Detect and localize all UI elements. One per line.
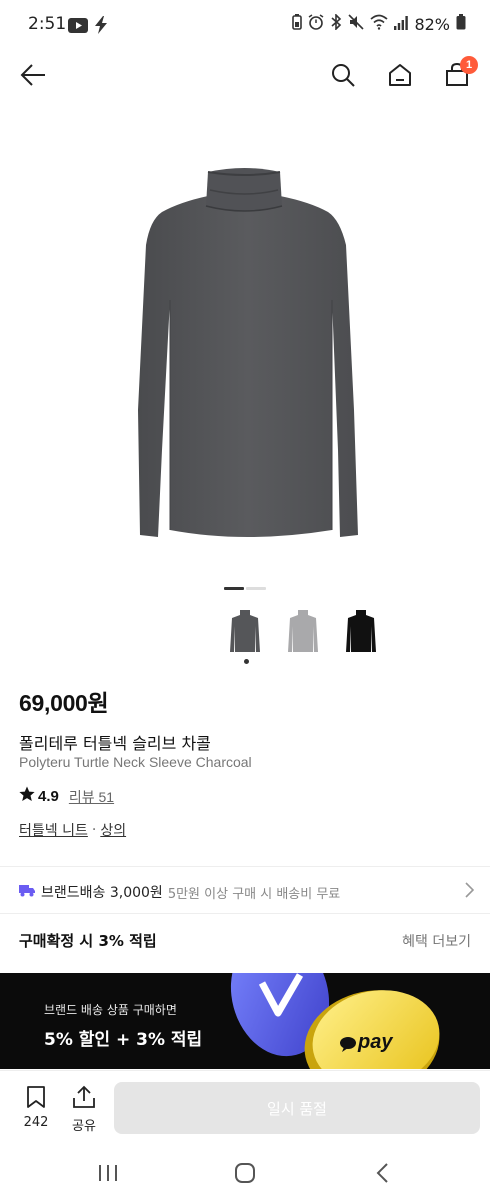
benefit-text: 구매확정 시 3% 적립 [19,932,157,950]
like-count: 242 [23,1115,49,1130]
truck-icon [19,884,35,901]
promo-banner[interactable]: 브랜드 배송 상품 구매하면 5% 할인 + 3% 적립 pay [0,973,490,1069]
divider [0,913,490,914]
benefit-row: 구매확정 시 3% 적립 혜택 더보기 [19,928,471,952]
selected-color-dot [244,659,249,664]
sold-out-button[interactable]: 일시 품절 [114,1082,480,1134]
search-button[interactable] [326,60,360,94]
product-image[interactable] [100,150,390,550]
status-bar: 2:51 82% [0,0,490,52]
system-nav-bar [0,1150,490,1200]
color-options [228,606,378,656]
product-price: 69,000원 [19,690,109,716]
color-swatch-gray[interactable] [286,606,320,656]
battery-percent: 82% [414,14,450,34]
recents-button[interactable] [95,1162,121,1188]
youtube-icon [68,17,88,37]
bottom-action-bar: 242 공유 일시 품절 [0,1070,490,1150]
recents-icon [97,1163,119,1187]
product-name-english: Polyteru Turtle Neck Sleeve Charcoal [19,754,252,770]
bolt-icon [94,16,108,38]
search-icon [331,63,355,91]
arrow-left-icon [20,64,46,90]
benefit-more-link[interactable]: 혜택 더보기 [402,931,471,951]
coin-pay-label: pay [358,1031,393,1053]
shipping-note: 5만원 이상 구매 시 배송비 무료 [167,886,341,902]
bluetooth-icon [330,13,342,34]
alarm-icon [308,14,324,34]
share-icon [72,1085,96,1113]
category-row: 터틀넥 니트 · 상의 [19,820,126,840]
color-swatch-black[interactable] [344,606,378,656]
category-separator: · [91,822,97,838]
shipping-label: 브랜드배송 3,000원 [41,885,163,901]
signal-icon [394,15,409,34]
product-name-korean: 폴리테루 터틀넥 슬리브 차콜 [19,734,211,753]
like-button[interactable]: 242 [18,1085,54,1137]
home-button[interactable] [383,60,417,94]
back-button[interactable] [16,60,50,94]
mute-icon [348,14,365,34]
bookmark-icon [26,1086,46,1113]
carousel-indicator-active [224,587,244,590]
top-nav: 1 [0,52,490,102]
cart-button[interactable]: 1 [440,56,478,94]
share-button[interactable]: 공유 [66,1085,102,1137]
divider [0,866,490,867]
battery-saver-icon [292,14,303,34]
review-link[interactable]: 리뷰 51 [69,787,114,807]
chevron-right-icon [464,882,475,902]
status-time: 2:51 [28,14,67,34]
battery-icon [456,14,466,34]
category-link-tops[interactable]: 상의 [100,820,126,840]
cart-count-badge: 1 [460,56,478,74]
rating-row: 4.9 리뷰 51 [19,786,114,807]
carousel-indicator [224,587,266,590]
carousel-indicator-inactive [246,587,266,590]
share-label: 공유 [72,1119,96,1134]
color-swatch-charcoal[interactable] [228,606,262,656]
wifi-icon [370,14,388,34]
banner-subtitle: 브랜드 배송 상품 구매하면 [44,1003,177,1017]
system-back-button[interactable] [369,1162,395,1188]
banner-title: 5% 할인 + 3% 적립 [44,1030,203,1050]
star-icon [19,786,35,807]
home-icon [388,63,412,91]
rating-value: 4.9 [38,788,59,805]
banner-coins: pay [230,973,490,1069]
category-link-knit[interactable]: 터틀넥 니트 [19,820,88,840]
home-circle-icon [234,1162,256,1188]
back-chevron-icon [375,1162,389,1188]
system-home-button[interactable] [232,1162,258,1188]
shipping-row[interactable]: 브랜드배송 3,000원 5만원 이상 구매 시 배송비 무료 [19,880,475,904]
